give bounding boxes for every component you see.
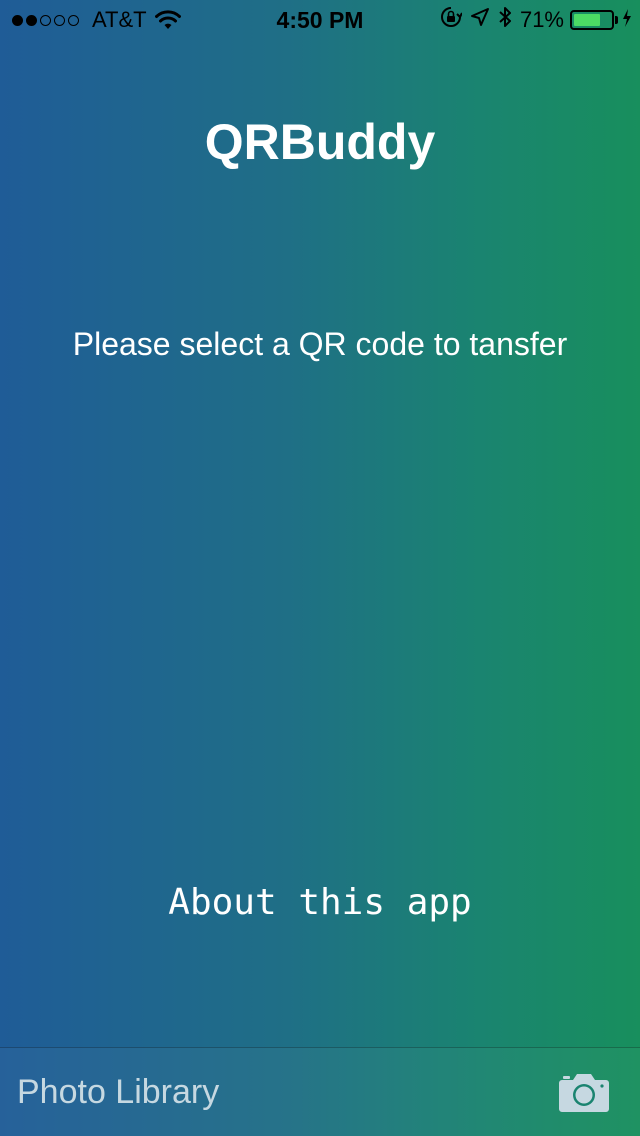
status-bar: AT&T 4:50 PM 71% [0,0,640,40]
battery-level-fill [574,14,600,26]
about-app-button[interactable]: About this app [0,880,640,926]
location-arrow-icon [470,7,490,33]
bluetooth-icon [498,6,512,34]
bottom-toolbar: Photo Library [0,1047,640,1136]
charging-bolt-icon [622,7,632,33]
app-title: QRBuddy [204,114,436,170]
camera-icon[interactable] [558,1071,610,1113]
select-qr-prompt: Please select a QR code to tansfer [72,326,568,362]
battery-percentage: 71% [519,7,564,32]
status-right: 71% [432,6,632,34]
battery-icon [570,10,614,30]
photo-library-button[interactable]: Photo Library [17,1072,219,1112]
orientation-lock-icon [440,6,463,34]
battery-nub [615,16,618,24]
